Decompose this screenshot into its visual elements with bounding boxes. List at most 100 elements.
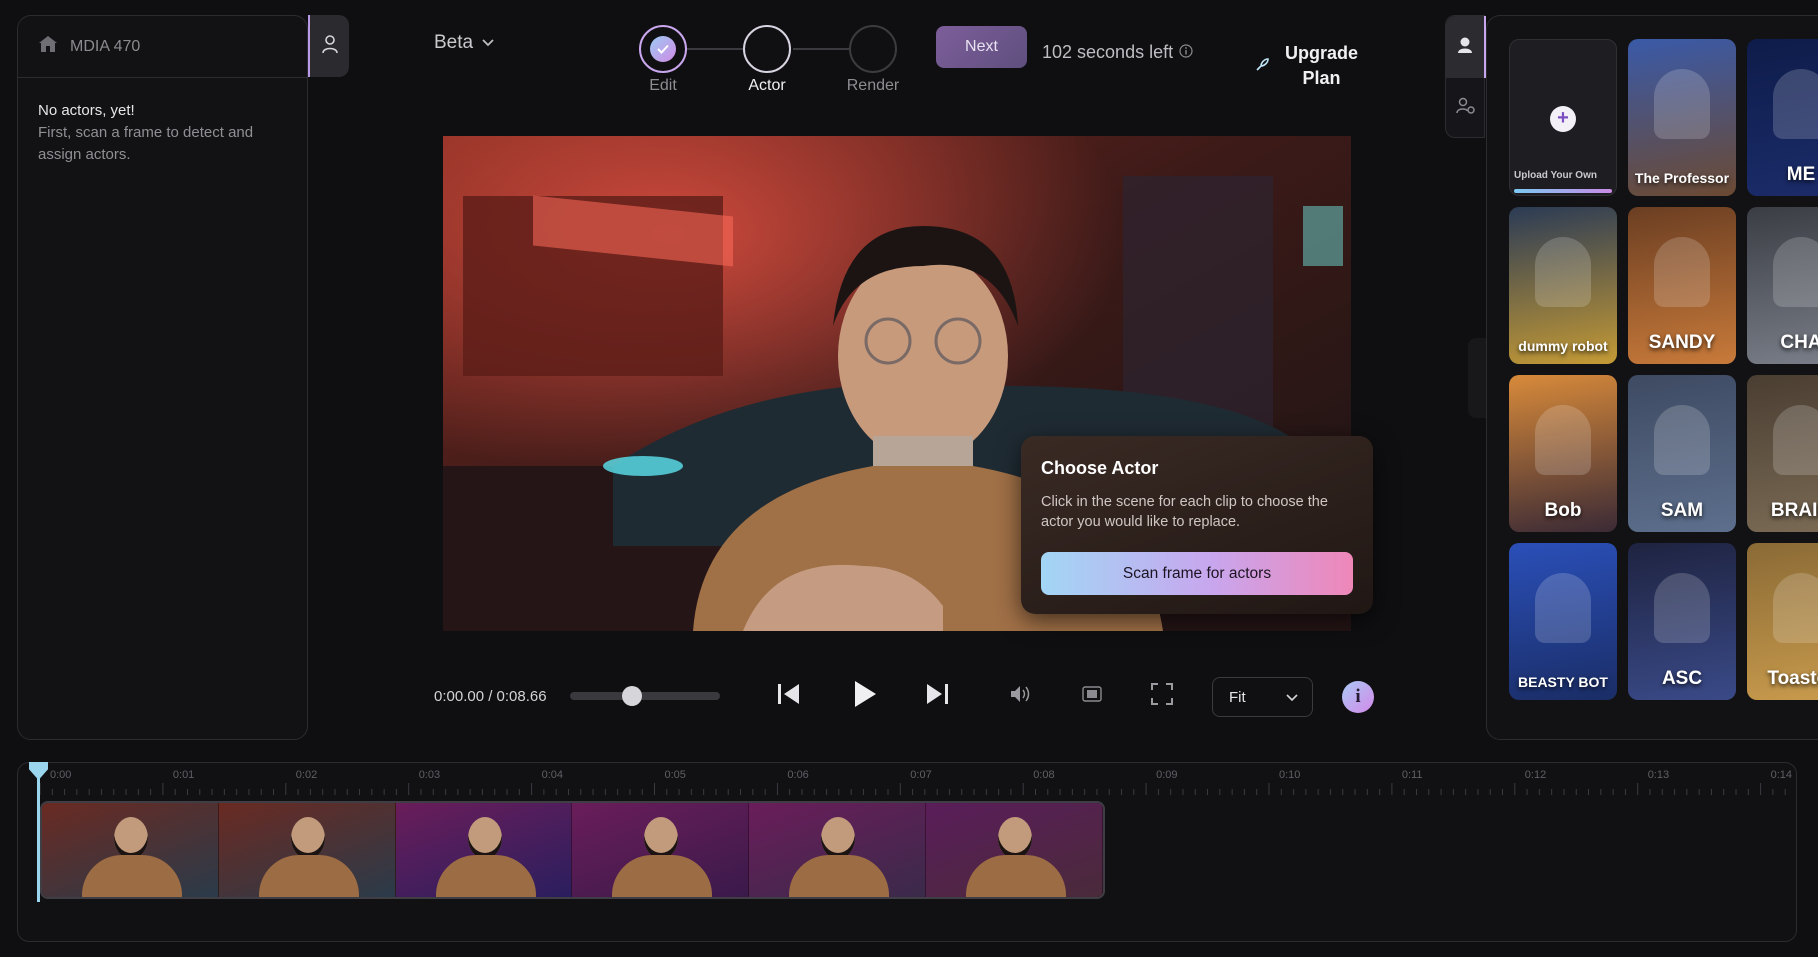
volume-button[interactable] [1008,676,1034,716]
clip-thumbnail[interactable] [749,803,927,897]
clip-sweater [435,855,536,897]
step-actor[interactable] [743,25,791,73]
actor-figure [1773,237,1818,307]
home-icon[interactable] [38,35,58,58]
rocket-icon [1255,56,1271,77]
ruler-tick-label: 0:09 [1156,769,1177,781]
scan-frame-button[interactable]: Scan frame for actors [1041,552,1353,595]
version-dropdown[interactable]: Beta [434,32,495,54]
ruler-tick-label: 0:12 [1525,769,1546,781]
info-circle-icon[interactable] [1179,42,1193,63]
timecode: 0:00.00 / 0:08.66 [434,688,547,705]
clip-sweater [966,855,1067,897]
actor-card[interactable]: BEASTY BOT [1509,543,1617,700]
info-icon: i [1355,686,1361,707]
actor-figure [1773,69,1818,139]
clip-thumbnail[interactable] [926,803,1103,897]
ruler-tick-label: 0:03 [419,769,440,781]
popup-title: Choose Actor [1041,458,1159,478]
actor-name: dummy robot [1518,338,1608,354]
actor-name: The Professor [1634,170,1730,186]
ruler-tick-label: 0:13 [1648,769,1669,781]
fullscreen-button[interactable] [1150,676,1174,716]
ruler-tick-label: 0:07 [910,769,931,781]
step-connector [687,48,743,50]
upload-label: Upload Your Own [1514,170,1597,181]
panel-collapse-handle[interactable] [1468,338,1486,418]
actor-card[interactable]: SANDY [1628,207,1736,364]
project-name: MDIA 470 [70,37,141,55]
clip-sweater [612,855,713,897]
info-button[interactable]: i [1342,681,1374,713]
ruler-tick-label: 0:08 [1033,769,1054,781]
clip-strip[interactable] [40,801,1105,899]
clip-thumbnail[interactable] [42,803,219,897]
actor-figure [1654,405,1710,475]
clip-thumbnail[interactable] [572,803,750,897]
next-button[interactable]: Next [936,26,1027,68]
time-left-text: 102 seconds left [1042,42,1174,62]
empty-state: No actors, yet! First, scan a frame to d… [38,100,288,166]
actor-card[interactable]: SAM [1628,375,1736,532]
credits-remaining: 102 seconds left [1042,42,1193,63]
user-settings-icon [1456,97,1476,120]
actor-name: Bob [1544,500,1582,521]
playhead[interactable] [37,762,40,902]
actor-library: + Upload Your Own The Professor ME dummy r… [1486,15,1818,740]
play-button[interactable] [850,676,880,716]
upload-actor-card[interactable]: + Upload Your Own [1509,39,1617,196]
clip-person [114,817,148,859]
fit-select[interactable]: Fit [1212,677,1313,717]
clip-person [998,817,1033,859]
step-connector [793,48,851,50]
slider-knob[interactable] [622,686,642,706]
skip-forward-button[interactable] [923,676,951,716]
step-render[interactable] [849,25,897,73]
actors-panel: MDIA 470 No actors, yet! First, scan a f… [17,15,308,740]
actor-card[interactable]: dummy robot [1509,207,1617,364]
actor-card[interactable]: ASC [1628,543,1736,700]
ruler-tick-label: 0:01 [173,769,194,781]
actor-card[interactable]: ME [1747,39,1818,196]
actor-card[interactable]: Bob [1509,375,1617,532]
chevron-down-icon [1286,689,1298,706]
actor-figure [1535,573,1591,643]
picture-in-picture-button[interactable] [1081,676,1103,716]
step-actor-label: Actor [748,77,786,94]
fullscreen-icon [1151,682,1173,710]
actor-name: BEASTY BOT [1518,674,1608,690]
actor-name: ME [1786,164,1816,185]
upgrade-plan-button[interactable]: Upgrade Plan [1255,41,1358,91]
actor-card[interactable]: The Professor [1628,39,1736,196]
actor-card[interactable]: BRAIN [1747,375,1818,532]
actor-library-rail [1445,15,1486,138]
actor-figure [1535,405,1591,475]
actor-figure [1654,69,1710,139]
actor-card[interactable]: CHA [1747,207,1818,364]
actor-library-tab[interactable] [1446,16,1486,78]
clip-person [290,817,325,859]
step-render-label: Render [846,77,900,94]
popup-description: Click in the scene for each clip to choo… [1041,494,1328,530]
pip-icon [1082,685,1102,707]
actor-name: CHA [1780,332,1818,353]
my-actors-tab[interactable] [1446,78,1486,138]
actor-name: SAM [1660,500,1704,521]
actor-figure [1773,573,1818,643]
actor-tab-button[interactable] [308,15,349,77]
project-bar: MDIA 470 [18,16,308,78]
actor-figure [1654,237,1710,307]
clip-sweater [82,855,182,897]
actor-card[interactable]: Toaster [1747,543,1818,700]
clip-thumbnail[interactable] [395,803,573,897]
skip-back-button[interactable] [775,676,803,716]
volume-slider[interactable] [570,686,720,706]
clip-sweater [789,855,890,897]
ruler-tick-label: 0:04 [542,769,563,781]
clip-sweater [258,855,359,897]
clip-thumbnail[interactable] [218,803,396,897]
empty-state-description: First, scan a frame to detect and assign… [38,124,254,163]
step-edit[interactable] [639,25,687,73]
actor-name: Toaster [1767,668,1818,689]
version-label: Beta [434,32,474,53]
